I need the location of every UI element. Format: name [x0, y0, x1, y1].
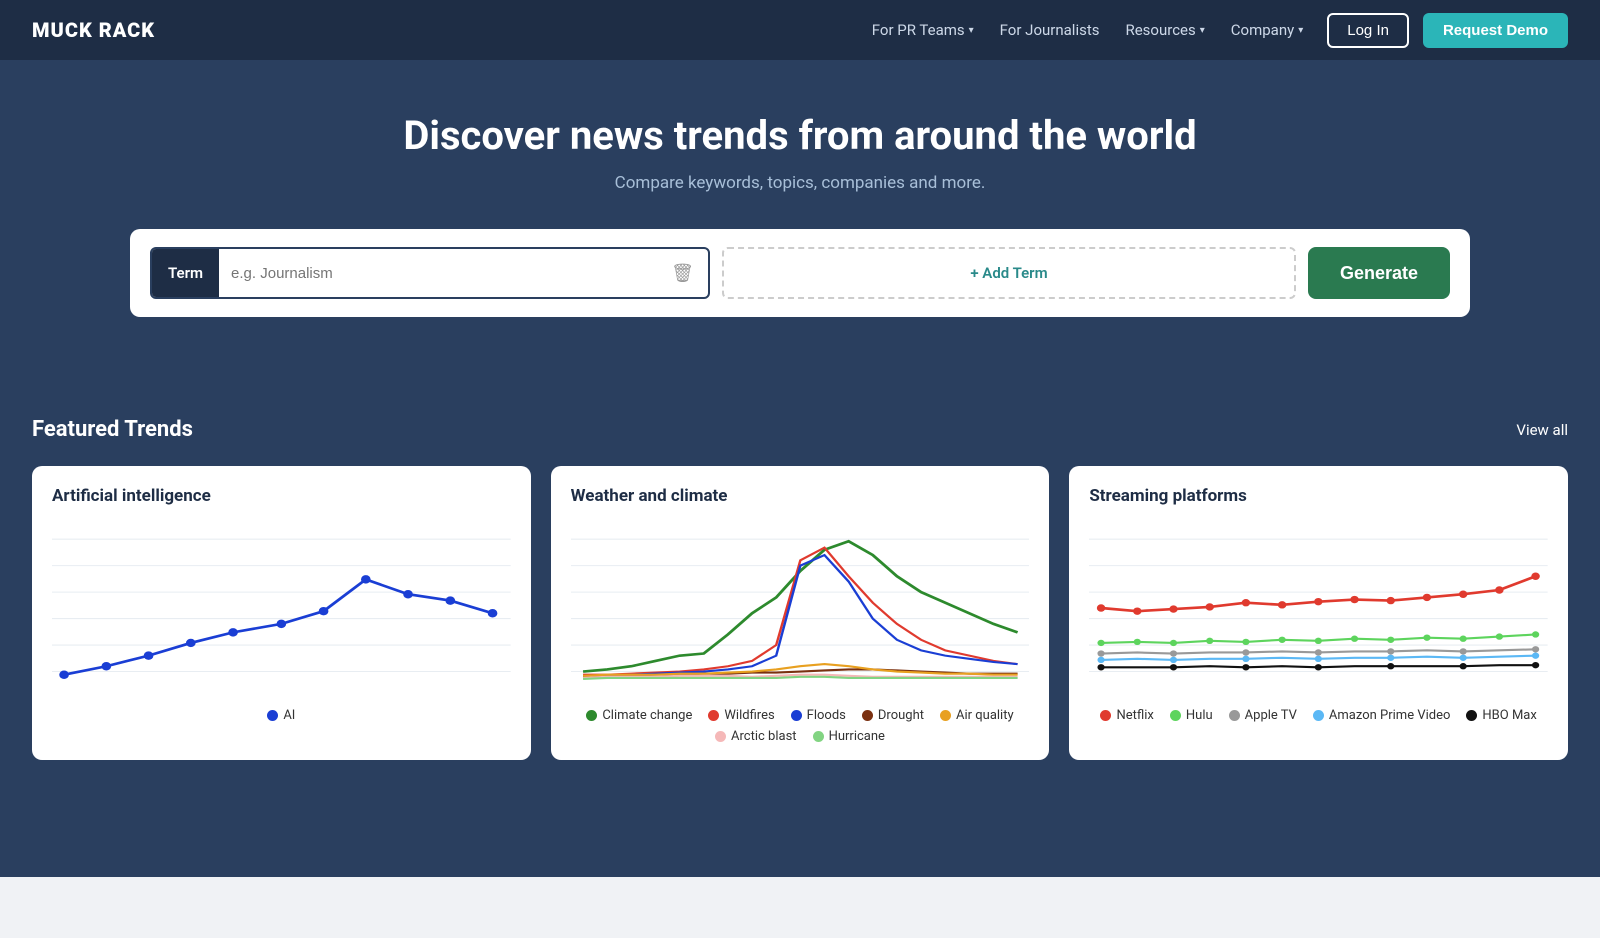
legend-label-climate: Climate change: [602, 708, 692, 723]
legend-item-apple-tv: Apple TV: [1229, 708, 1297, 723]
login-button[interactable]: Log In: [1327, 13, 1409, 48]
nav-pr-teams[interactable]: For PR Teams ▾: [862, 13, 984, 47]
legend-dot-hurricane: [813, 731, 824, 742]
nav-resources[interactable]: Resources ▾: [1115, 13, 1214, 47]
chevron-down-icon: ▾: [1200, 25, 1205, 36]
chart-ai: [52, 518, 511, 698]
add-term-button[interactable]: + Add Term: [722, 247, 1296, 299]
legend-item-hurricane: Hurricane: [813, 729, 885, 744]
term-label: Term: [152, 249, 219, 297]
legend-dot-air-quality: [940, 710, 951, 721]
legend-item-drought: Drought: [862, 708, 924, 723]
legend-label-ai: AI: [283, 708, 295, 723]
hero-subtitle: Compare keywords, topics, companies and …: [32, 173, 1568, 193]
delete-term-icon[interactable]: 🗑: [657, 263, 708, 284]
legend-label-floods: Floods: [807, 708, 846, 723]
legend-dot-amazon: [1313, 710, 1324, 721]
legend-item-netflix: Netflix: [1100, 708, 1153, 723]
legend-dot-netflix: [1100, 710, 1111, 721]
legend-label-air-quality: Air quality: [956, 708, 1014, 723]
chevron-down-icon: ▾: [969, 25, 974, 36]
legend-dot-climate: [586, 710, 597, 721]
card-streaming: Streaming platforms: [1069, 466, 1568, 760]
legend-dot-hulu: [1170, 710, 1181, 721]
legend-item-hulu: Hulu: [1170, 708, 1213, 723]
legend-dot-ai: [267, 710, 278, 721]
card-weather: Weather and climate: [551, 466, 1050, 760]
logo: MUCK RACK: [32, 18, 155, 42]
card-weather-title: Weather and climate: [571, 486, 1030, 506]
search-bar: Term 🗑 + Add Term Generate: [130, 229, 1470, 317]
legend-label-drought: Drought: [878, 708, 924, 723]
legend-item-ai: AI: [267, 708, 295, 723]
navbar: MUCK RACK For PR Teams ▾ For Journalists…: [0, 0, 1600, 60]
legend-dot-apple-tv: [1229, 710, 1240, 721]
legend-label-arctic-blast: Arctic blast: [731, 729, 797, 744]
legend-dot-drought: [862, 710, 873, 721]
legend-item-arctic-blast: Arctic blast: [715, 729, 797, 744]
legend-item-floods: Floods: [791, 708, 846, 723]
legend-label-amazon: Amazon Prime Video: [1329, 708, 1450, 723]
hero-title: Discover news trends from around the wor…: [32, 112, 1568, 159]
legend-dot-floods: [791, 710, 802, 721]
legend-label-apple-tv: Apple TV: [1245, 708, 1297, 723]
legend-label-hbo: HBO Max: [1482, 708, 1536, 723]
legend-item-wildfires: Wildfires: [708, 708, 774, 723]
legend-item-amazon-prime: Amazon Prime Video: [1313, 708, 1450, 723]
main-content: Featured Trends View all Artificial inte…: [0, 377, 1600, 877]
generate-button[interactable]: Generate: [1308, 247, 1450, 299]
card-streaming-title: Streaming platforms: [1089, 486, 1548, 506]
chart-streaming: [1089, 518, 1548, 698]
legend-item-climate-change: Climate change: [586, 708, 692, 723]
legend-label-netflix: Netflix: [1116, 708, 1153, 723]
request-demo-button[interactable]: Request Demo: [1423, 13, 1568, 48]
legend-item-hbo: HBO Max: [1466, 708, 1536, 723]
term-box: Term 🗑: [150, 247, 710, 299]
legend-ai: AI: [52, 708, 511, 723]
nav-company[interactable]: Company ▾: [1221, 13, 1313, 47]
nav-links: For PR Teams ▾ For Journalists Resources…: [862, 13, 1568, 48]
trends-header: Featured Trends View all: [32, 417, 1568, 442]
legend-weather: Climate change Wildfires Floods Drought …: [571, 708, 1030, 744]
legend-dot-wildfires: [708, 710, 719, 721]
card-ai-title: Artificial intelligence: [52, 486, 511, 506]
legend-label-wildfires: Wildfires: [724, 708, 774, 723]
cards-grid: Artificial intelligence: [32, 466, 1568, 760]
card-ai: Artificial intelligence: [32, 466, 531, 760]
legend-label-hulu: Hulu: [1186, 708, 1213, 723]
chart-weather: [571, 518, 1030, 698]
term-input[interactable]: [219, 249, 657, 297]
hero-section: Discover news trends from around the wor…: [0, 60, 1600, 377]
legend-label-hurricane: Hurricane: [829, 729, 885, 744]
legend-streaming: Netflix Hulu Apple TV Amazon Prime Video…: [1089, 708, 1548, 723]
chevron-down-icon: ▾: [1298, 25, 1303, 36]
view-all-link[interactable]: View all: [1516, 421, 1568, 439]
legend-dot-hbo: [1466, 710, 1477, 721]
featured-trends-title: Featured Trends: [32, 417, 193, 442]
legend-dot-arctic-blast: [715, 731, 726, 742]
nav-journalists[interactable]: For Journalists: [990, 13, 1110, 47]
legend-item-air-quality: Air quality: [940, 708, 1014, 723]
